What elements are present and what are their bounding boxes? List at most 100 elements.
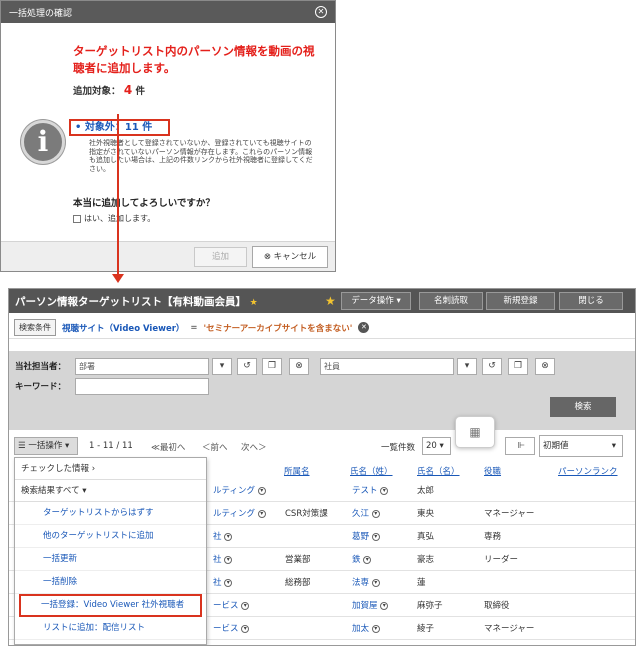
company-cell[interactable]: ービス ▾: [213, 599, 250, 611]
position-cell: 取締役: [484, 601, 510, 611]
first-name-cell: 豪志: [417, 555, 435, 565]
keyword-label: キーワード：: [15, 382, 67, 392]
dept-input[interactable]: 部署: [75, 358, 209, 375]
confirm-dialog: 一括処理の確認 ✕ i ターゲットリスト内のパーソン情報を動画の視聴者に追加しま…: [0, 0, 336, 272]
dialog-header: 一括処理の確認 ✕: [1, 1, 335, 23]
new-register-button[interactable]: 新規登録: [486, 292, 555, 310]
search-button[interactable]: 検索: [550, 397, 616, 417]
panel-title-text: パーソン情報ターゲットリスト【有料動画会員】: [15, 295, 246, 308]
dept-dropdown-icon[interactable]: ▾: [212, 358, 232, 375]
arrow-down-icon: [112, 274, 124, 283]
first-page-link[interactable]: ≪最初へ: [151, 441, 185, 453]
expand-icon: ▾: [224, 578, 233, 587]
card-read-button[interactable]: 名刺読取: [419, 292, 483, 310]
confirm-option[interactable]: はい、追加します。: [73, 213, 155, 224]
person-clear-icon[interactable]: ⊗: [535, 358, 555, 375]
last-name-cell[interactable]: テスト ▾: [352, 484, 389, 496]
target-list-panel: パーソン情報ターゲットリスト【有料動画会員】 ★ ★ データ操作 ▾ 名刺読取 …: [8, 288, 636, 646]
per-page-label: 一覧件数: [381, 443, 416, 453]
search-condition-button[interactable]: 検索条件: [14, 319, 56, 336]
dept-cell: 総務部: [285, 578, 311, 588]
company-cell[interactable]: ルティング ▾: [213, 507, 266, 519]
menu-bulk-update[interactable]: 一括更新: [15, 548, 206, 571]
confirm-checkbox[interactable]: [73, 214, 81, 223]
add-target-unit: 件: [135, 86, 146, 97]
dept-cell: 営業部: [285, 555, 311, 565]
dialog-body: i ターゲットリスト内のパーソン情報を動画の視聴者に追加します。 追加対象： 4…: [1, 23, 335, 241]
excluded-count-link[interactable]: • 対象外：11 件: [69, 119, 170, 136]
last-name-cell[interactable]: 加賀屋 ▾: [352, 599, 389, 611]
company-cell[interactable]: 社 ▾: [213, 530, 233, 542]
person-copy-icon[interactable]: ❐: [508, 358, 528, 375]
bulk-ops-label: 一括操作: [28, 441, 63, 451]
per-page-select[interactable]: 20 ▾: [422, 437, 451, 455]
expand-icon: ▾: [371, 578, 380, 587]
position-cell: マネージャー: [484, 509, 535, 519]
last-name-cell[interactable]: 法専 ▾: [352, 576, 380, 588]
add-target-count: 4: [123, 83, 133, 97]
menu-all-results-label: 検索結果すべて: [21, 486, 80, 496]
search-area: 当社担当者： 部署 ▾ ↺ ❐ ⊗ 社員 ▾ ↺ ❐ ⊗ キーワード： 検索: [9, 351, 635, 430]
add-target-label: 追加対象：: [73, 86, 121, 97]
menu-remove-from-list[interactable]: ターゲットリストからはずす: [15, 502, 206, 525]
favorite-star-icon[interactable]: ★: [325, 294, 336, 308]
search-condition-row: 検索条件 視聴サイト（Video Viewer） = 'セミナーアーカイブサイト…: [9, 317, 635, 339]
company-cell[interactable]: 社 ▾: [213, 553, 233, 565]
next-page-link[interactable]: 次へ＞: [241, 441, 267, 453]
position-cell: リーダー: [484, 555, 519, 565]
company-cell[interactable]: 社 ▾: [213, 576, 233, 588]
col-position[interactable]: 役職: [484, 465, 501, 479]
dept-cell: CSR対策課: [285, 509, 328, 519]
add-button[interactable]: 追加: [194, 247, 247, 267]
dialog-footer: 追加 ⊗ キャンセル: [1, 241, 335, 271]
menu-bulk-delete[interactable]: 一括削除: [15, 571, 206, 594]
col-person-rank[interactable]: パーソンランク: [558, 465, 618, 479]
remove-condition-icon[interactable]: ✕: [358, 322, 370, 333]
col-last-name[interactable]: 氏名（姓）: [350, 465, 393, 479]
menu-checked-info[interactable]: チェックした情報 ›: [15, 458, 206, 480]
close-icon[interactable]: ✕: [315, 6, 327, 18]
owner-label: 当社担当者：: [15, 362, 67, 372]
close-button[interactable]: 閉じる: [559, 292, 623, 310]
col-affiliation[interactable]: 所属名: [284, 465, 310, 479]
sort-preset-select[interactable]: 初期値 ▾: [539, 435, 623, 457]
first-name-cell: 蓮: [417, 578, 426, 588]
menu-add-to-other-list[interactable]: 他のターゲットリストに追加: [15, 525, 206, 548]
layout-grid-icon[interactable]: ▦: [455, 416, 495, 448]
menu-checked-info-label: チェックした情報: [21, 464, 90, 474]
first-name-cell: 太郎: [417, 486, 435, 496]
menu-add-to-delivery-list[interactable]: リストに追加：配信リスト: [15, 617, 206, 640]
clear-icon[interactable]: ⊗: [289, 358, 309, 375]
col-first-name[interactable]: 氏名（名）: [417, 465, 460, 479]
last-name-cell[interactable]: 加太 ▾: [352, 622, 380, 634]
person-input[interactable]: 社員: [320, 358, 454, 375]
last-name-cell[interactable]: 鉄 ▾: [352, 553, 372, 565]
company-cell[interactable]: ルティング ▾: [213, 484, 266, 496]
person-dropdown-icon[interactable]: ▾: [457, 358, 477, 375]
expand-icon: ▾: [224, 532, 233, 541]
company-cell[interactable]: ービス ▾: [213, 622, 250, 634]
data-ops-button[interactable]: データ操作 ▾: [341, 292, 411, 310]
panel-title: パーソン情報ターゲットリスト【有料動画会員】 ★: [15, 294, 258, 309]
cancel-circle-icon: ⊗: [263, 252, 271, 262]
menu-all-results[interactable]: 検索結果すべて ▾: [15, 480, 206, 502]
expand-icon: ▾: [241, 624, 250, 633]
last-name-cell[interactable]: 久江 ▾: [352, 507, 380, 519]
expand-icon: ▾: [363, 555, 372, 564]
data-ops-label: データ操作: [351, 296, 394, 306]
last-name-cell[interactable]: 葛野 ▾: [352, 530, 380, 542]
member-badge-icon: ★: [249, 297, 258, 308]
dialog-question: 本当に追加してよろしいですか？: [73, 198, 215, 209]
prev-page-link[interactable]: ＜前へ: [202, 441, 228, 453]
confirm-label: はい、追加します。: [84, 214, 156, 223]
cancel-button[interactable]: ⊗ キャンセル: [252, 246, 328, 268]
keyword-input[interactable]: [75, 378, 209, 395]
dialog-title: 一括処理の確認: [9, 8, 73, 19]
person-reset-icon[interactable]: ↺: [482, 358, 502, 375]
list-icon: ☰: [18, 441, 26, 451]
reset-icon[interactable]: ↺: [237, 358, 257, 375]
column-settings-icon[interactable]: ⊩: [505, 437, 535, 455]
menu-bulk-register-viewer[interactable]: 一括登録：Video Viewer 社外視聴者: [19, 594, 202, 617]
bulk-ops-button[interactable]: ☰ 一括操作 ▾: [14, 437, 78, 455]
copy-icon[interactable]: ❐: [262, 358, 282, 375]
